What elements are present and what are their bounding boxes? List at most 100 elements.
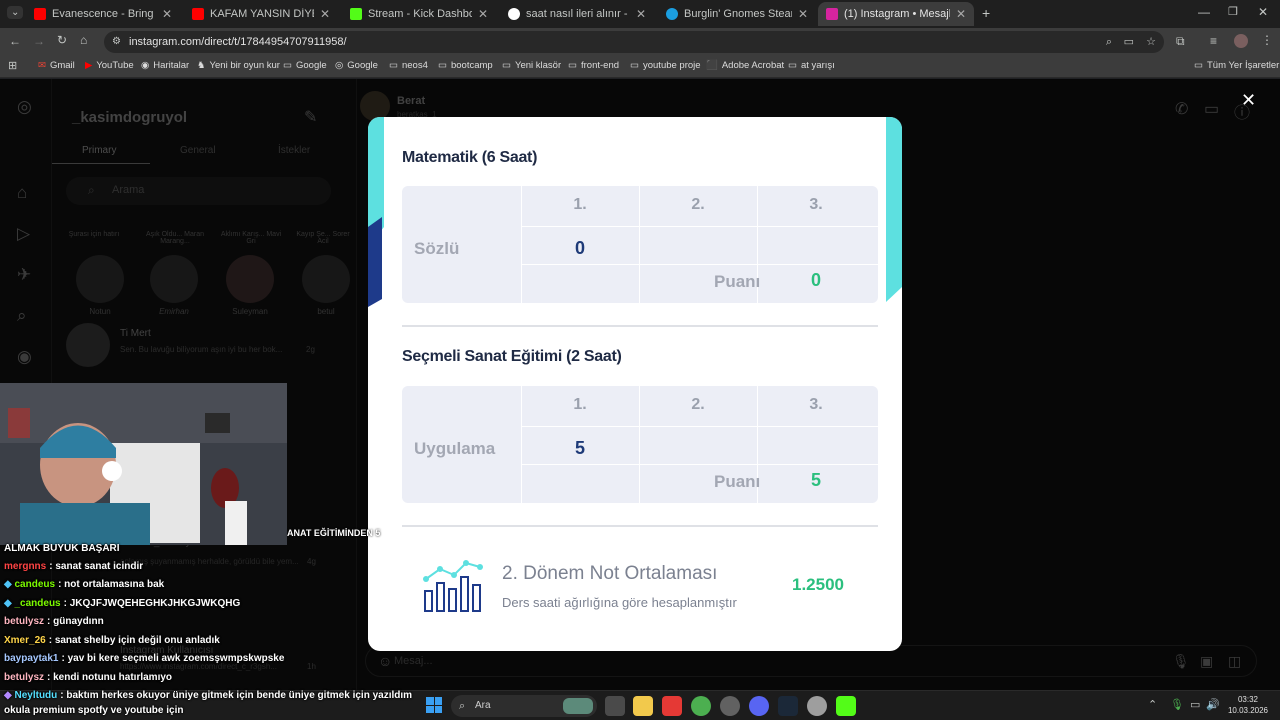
all-bookmarks[interactable]: ▭ Tüm Yer İşaretleri (1194, 60, 1280, 71)
close-icon[interactable]: ✕ (320, 7, 330, 21)
bookmark-haritalar[interactable]: ◉ Haritalar (141, 60, 189, 71)
youtube-app-icon[interactable] (662, 696, 682, 716)
media-icon[interactable]: ≡ (1210, 34, 1217, 48)
close-icon[interactable]: ✕ (956, 7, 966, 21)
bookmark-adobe[interactable]: ⬛ Adobe Acrobat (706, 60, 784, 71)
close-icon[interactable]: ✕ (478, 7, 488, 21)
tab-search-icon[interactable]: ⌄ (7, 6, 24, 19)
tab-0[interactable]: Evanescence - Bring Me To Life✕ (26, 2, 180, 26)
puan-label: Puanı (714, 272, 761, 291)
bookmark-neos4[interactable]: ▭ neos4 (389, 60, 428, 71)
stream-headline: ALMAK BUYUK BAŞARI (4, 543, 120, 554)
file-explorer-icon[interactable] (633, 696, 653, 716)
section-divider (402, 325, 878, 327)
bookmark-front-end[interactable]: ▭ front-end (568, 60, 619, 71)
gmail-icon: ✉ (38, 60, 46, 71)
chess-icon: ♞ (197, 60, 206, 71)
search-highlight-image (563, 698, 593, 714)
browser-tab-bar: ⌄ Evanescence - Bring Me To Life✕ KAFAM … (0, 0, 1280, 28)
folder-icon: ▭ (389, 60, 398, 71)
reload-icon[interactable]: ↻ (57, 33, 67, 47)
google-icon (508, 8, 520, 20)
bookmark-at-yarisi[interactable]: ▭ at yarışı (788, 60, 835, 71)
badge-icon: ◆ (4, 690, 12, 701)
grid-divider (521, 464, 878, 465)
close-icon[interactable]: ✕ (636, 7, 646, 21)
task-view-icon[interactable] (605, 696, 625, 716)
chrome-icon[interactable] (691, 696, 711, 716)
folder-icon: ▭ (1194, 60, 1203, 71)
bookmark-yeni-klasor[interactable]: ▭ Yeni klasör (502, 60, 561, 71)
section-title: Matematik (6 Saat) (402, 149, 538, 166)
tab-2[interactable]: Stream - Kick Dashboard✕ (342, 2, 496, 26)
folder-icon: ▭ (568, 60, 577, 71)
close-icon[interactable]: ✕ (798, 7, 808, 21)
puan-value: 0 (810, 270, 821, 290)
tray-chevron-icon[interactable]: ⌃ (1148, 698, 1157, 711)
chat-message: ◆ Neyltudu: baktım herkes okuyor üniye g… (4, 690, 413, 701)
youtube-icon (34, 8, 46, 20)
restore-icon[interactable]: ❐ (1228, 5, 1238, 18)
webcam-feed (0, 383, 287, 545)
bookmark-youtube[interactable]: ▶ YouTube (85, 60, 134, 71)
grade-grid: 1. 2. 3. Uygulama 5 Puanı 5 (402, 386, 878, 503)
bookmark-star-icon[interactable]: ☆ (1146, 31, 1156, 53)
folder-icon: ▭ (283, 60, 292, 71)
bookmark-youtube-proje[interactable]: ▭ youtube proje (630, 60, 701, 71)
tab-4[interactable]: Burglin' Gnomes Steam'de✕ (658, 2, 816, 26)
windows-start-icon[interactable] (426, 697, 442, 713)
steam-icon[interactable] (778, 696, 798, 716)
clock[interactable]: 03:32 10.03.2026 (1226, 694, 1270, 716)
youtube-icon (192, 8, 204, 20)
menu-icon[interactable]: ⋮ (1261, 33, 1273, 47)
section-divider (402, 525, 878, 527)
tab-5[interactable]: (1) Instagram • Mesajlar ✕ (818, 2, 974, 26)
column-header: 1. (573, 396, 587, 413)
grid-divider (521, 426, 878, 427)
bookmark-google[interactable]: ◎ Google (335, 60, 378, 71)
close-icon[interactable]: ✕ (162, 7, 172, 21)
instagram-icon (826, 8, 838, 20)
search-icon: ⌕ (459, 700, 466, 712)
folder-icon: ▭ (502, 60, 511, 71)
section-title: Seçmeli Sanat Eğitimi (2 Saat) (402, 348, 622, 365)
obs-icon[interactable] (720, 696, 740, 716)
site-info-icon[interactable]: ⚙ (112, 31, 121, 53)
bookmark-google-folder[interactable]: ▭ Google (283, 60, 327, 71)
settings-icon[interactable] (807, 696, 827, 716)
badge-icon: ◆ (4, 598, 12, 609)
forward-icon[interactable]: → (33, 34, 45, 48)
window-close-icon[interactable]: ✕ (1258, 5, 1268, 19)
folder-icon: ▭ (438, 60, 447, 71)
bookmarks-bar: ⊞ ✉ Gmail ▶ YouTube ◉ Haritalar ♞ Yeni bir o… (0, 56, 1280, 78)
taskbar-search[interactable]: ⌕ Ara (451, 695, 597, 717)
chat-message: ◆ candeus: not ortalamasına bak (4, 579, 165, 590)
grade-grid: 1. 2. 3. Sözlü 0 Puanı 0 (402, 186, 878, 303)
minimize-icon[interactable]: — (1198, 5, 1210, 19)
column-header: 3. (809, 196, 823, 213)
chat-message-wrap: okula premium spotfy ve youtube için (4, 705, 184, 716)
bar-chart-icon (423, 560, 483, 612)
bookmark-gmail[interactable]: ✉ Gmail (38, 60, 75, 71)
close-modal-icon[interactable]: ✕ (1241, 90, 1256, 111)
new-tab-icon[interactable]: + (982, 5, 990, 21)
bookmark-bootcamp[interactable]: ▭ bootcamp (438, 60, 493, 71)
extensions-icon[interactable]: ⧉ (1176, 34, 1185, 49)
bookmark-oyun[interactable]: ♞ Yeni bir oyun kur (197, 60, 280, 71)
network-icon[interactable]: ▭ (1190, 698, 1200, 711)
folder-icon: ▭ (788, 60, 797, 71)
tab-1[interactable]: KAFAM YANSIN DİYEN GELSİN✕ (184, 2, 338, 26)
zoom-icon[interactable]: ⌕ (1106, 31, 1112, 53)
discord-icon[interactable] (749, 696, 769, 716)
home-icon[interactable]: ⌂ (80, 33, 87, 47)
back-icon[interactable]: ← (9, 34, 21, 48)
cast-icon[interactable]: ▭ (1124, 31, 1134, 53)
address-bar[interactable]: ⚙ instagram.com/direct/t/178449547079119… (104, 31, 1164, 53)
profile-avatar[interactable] (1234, 34, 1248, 48)
kick-icon[interactable] (836, 696, 856, 716)
apps-icon[interactable]: ⊞ (8, 59, 17, 72)
chat-message: baypaytak1: yav bi kere seçmeli awk zoem… (4, 653, 285, 664)
volume-icon[interactable]: 🔊 (1206, 698, 1220, 711)
microphone-icon[interactable]: 🎙 (1170, 698, 1184, 711)
tab-3[interactable]: saat nasıl ileri alınır - Google'da✕ (500, 2, 654, 26)
